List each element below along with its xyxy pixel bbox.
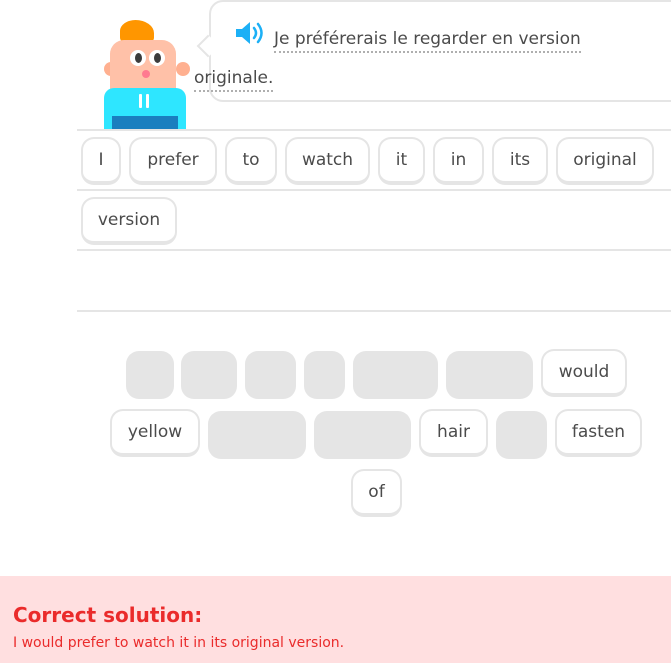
answer-chip[interactable]: prefer — [129, 137, 217, 185]
answer-chip[interactable]: its — [492, 137, 548, 185]
correct-solution-banner: Correct solution: I would prefer to watc… — [0, 576, 671, 663]
answer-chip[interactable]: original — [556, 137, 654, 185]
character-shirt-logo — [136, 94, 152, 108]
correct-solution-text: I would prefer to watch it in its origin… — [13, 635, 345, 651]
word-bank-chip[interactable]: yellow — [110, 409, 200, 457]
prompt-sentence[interactable]: Je préférerais le regarder en version or… — [194, 20, 614, 98]
character-eye-left — [128, 48, 148, 68]
word-bank-empty-slot — [353, 351, 438, 399]
character-ear-right — [176, 62, 190, 76]
answer-chip[interactable]: to — [225, 137, 277, 185]
word-bank-empty-slot — [446, 351, 533, 399]
word-bank-empty-slot — [496, 411, 547, 459]
word-bank-chip[interactable]: would — [541, 349, 627, 397]
word-bank-empty-slot — [126, 351, 174, 399]
word-bank-empty-slot — [314, 411, 411, 459]
character-illustration — [98, 18, 194, 130]
answer-chip[interactable]: watch — [285, 137, 370, 185]
word-bank-empty-slot — [208, 411, 306, 459]
word-bank-empty-slot — [304, 351, 345, 399]
word-bank-empty-slot — [181, 351, 237, 399]
answer-line-2 — [77, 189, 671, 191]
character-eye-right — [147, 48, 167, 68]
answer-chip[interactable]: I — [81, 137, 121, 185]
answer-line-4 — [77, 310, 671, 312]
word-bank-chip[interactable]: of — [351, 469, 402, 517]
word-bank-chip[interactable]: hair — [419, 409, 488, 457]
answer-line-1 — [77, 129, 671, 131]
answer-chip[interactable]: in — [433, 137, 484, 185]
character-shirt-stripe — [112, 116, 178, 130]
answer-chip[interactable]: it — [378, 137, 425, 185]
word-bank-empty-slot — [245, 351, 296, 399]
word-bank-chip[interactable]: fasten — [555, 409, 642, 457]
answer-line-3 — [77, 249, 671, 251]
correct-solution-title: Correct solution: — [13, 603, 203, 627]
prompt-line-1[interactable]: Je préférerais le regarder en version — [274, 29, 581, 53]
prompt-line-2[interactable]: originale. — [194, 68, 274, 92]
answer-chip[interactable]: version — [81, 197, 177, 245]
character-nose — [142, 70, 150, 78]
